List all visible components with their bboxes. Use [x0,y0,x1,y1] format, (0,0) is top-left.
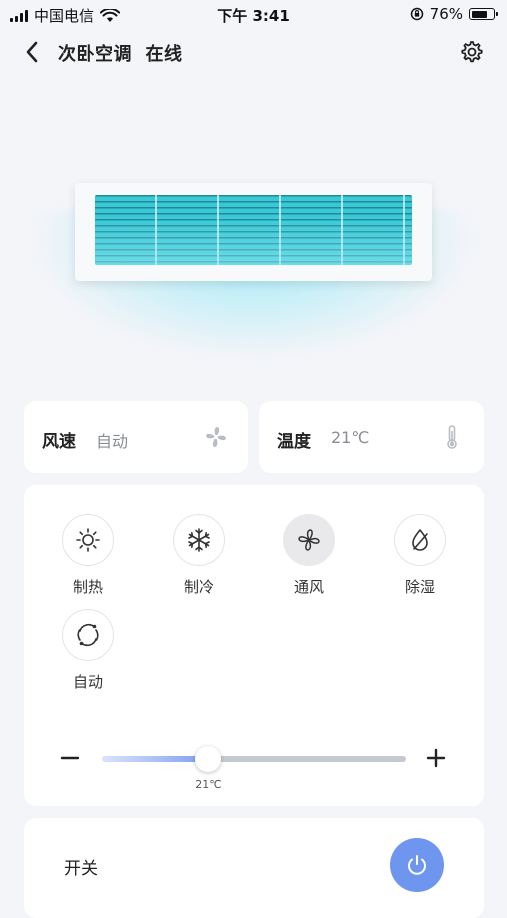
mode-heat[interactable]: 制热 [53,514,123,597]
plus-icon [426,748,446,768]
thermometer-icon [447,425,457,449]
minus-icon [60,756,80,760]
fan-icon [206,427,226,447]
mode-dehumidify-label: 除湿 [404,578,435,596]
sun-icon [76,528,100,552]
fan-speed-label: 风速 [42,432,76,452]
power-icon [408,855,426,875]
status-bar: 中国电信 下午 3:41 76% [0,0,507,30]
snowflake-icon [188,528,210,552]
power-button[interactable] [390,838,444,892]
mode-control-card: 制热 制冷 通风 除湿 自动 21℃ [24,485,484,806]
fan-speed-card[interactable]: 风速 自动 [24,401,248,473]
page-title: 次卧空调 在线 [58,40,183,66]
mode-auto[interactable]: 自动 [53,609,123,692]
mode-fan-label: 通风 [293,578,324,596]
fan-icon [298,529,320,551]
temperature-slider-track[interactable] [102,756,406,762]
ac-unit-image [75,183,432,281]
mode-dehumidify[interactable]: 除湿 [385,514,455,597]
mode-heat-label: 制热 [72,578,103,596]
ac-illustration [20,150,487,380]
gear-icon [461,41,483,63]
droplet-icon [412,529,428,551]
temperature-slider-thumb[interactable] [195,746,222,772]
power-card: 开关 [24,818,484,918]
temperature-value: 21℃ [331,428,370,447]
decrease-temperature-button[interactable] [60,748,80,768]
increase-temperature-button[interactable] [426,748,446,768]
status-right: 76% [410,5,498,23]
mode-auto-label: 自动 [72,673,103,691]
orientation-lock-icon [410,7,423,21]
back-button[interactable] [20,38,44,66]
temperature-slider-row: 21℃ [24,740,484,791]
chevron-left-icon [26,41,38,63]
temperature-slider-value: 21℃ [195,778,222,791]
temperature-card[interactable]: 温度 21℃ [259,401,484,473]
battery-icon [469,8,498,20]
auto-cycle-icon [77,623,99,647]
fan-speed-value: 自动 [96,432,129,451]
header: 次卧空调 在线 [0,30,507,74]
mode-cool-label: 制冷 [183,578,214,596]
device-name: 次卧空调 [58,44,132,65]
settings-button[interactable] [459,39,485,65]
power-label: 开关 [64,859,98,879]
mode-cool[interactable]: 制冷 [164,514,234,597]
ac-vent [95,195,412,265]
temperature-label: 温度 [277,432,311,452]
device-status: 在线 [145,44,183,65]
temperature-slider-fill [102,756,209,762]
mode-fan[interactable]: 通风 [274,514,344,597]
battery-percent: 76% [429,5,463,23]
